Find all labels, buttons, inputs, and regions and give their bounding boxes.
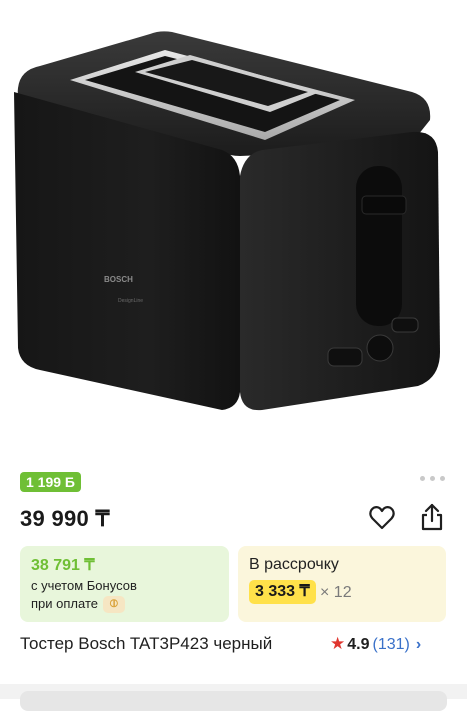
installment-title: В рассрочку xyxy=(249,556,339,573)
gallery-dot[interactable] xyxy=(430,476,435,481)
rating-link[interactable]: ★ 4.9 (131) › xyxy=(330,634,421,654)
brand-logo-text: BOSCH xyxy=(104,275,133,284)
chevron-right-icon[interactable]: › xyxy=(416,636,421,653)
heart-icon[interactable] xyxy=(368,504,396,532)
product-title: Тостер Bosch TAT3P423 черный xyxy=(20,634,273,653)
next-section-card xyxy=(20,691,447,711)
divider xyxy=(0,430,467,440)
bonus-price: 38 791 ₸ xyxy=(31,557,95,574)
line-logo-text: DesignLine xyxy=(118,298,143,304)
review-count[interactable]: (131) xyxy=(373,636,410,653)
share-icon[interactable] xyxy=(418,502,446,532)
gallery-dot[interactable] xyxy=(420,476,425,481)
bonus-coin-icon: ⦶ xyxy=(102,596,125,614)
product-card: 1 199 Б 39 990 ₸ 38 791 ₸ с учетом Бонус… xyxy=(0,458,467,711)
bonus-caption-2: при оплате ⦶ xyxy=(31,596,125,614)
installment-monthly: 3 333 ₸ xyxy=(249,580,316,604)
bonus-price-box[interactable]: 38 791 ₸ с учетом Бонусов при оплате ⦶ xyxy=(20,546,229,622)
next-section-strip xyxy=(0,684,467,711)
product-price: 39 990 ₸ xyxy=(20,506,110,531)
star-icon: ★ xyxy=(330,634,346,653)
gallery-dots[interactable] xyxy=(420,476,445,481)
rating-value: 4.9 xyxy=(347,636,370,653)
gallery-dot[interactable] xyxy=(440,476,445,481)
installment-multiplier: × 12 xyxy=(320,584,352,601)
bonus-caption-1: с учетом Бонусов xyxy=(31,578,137,593)
bonus-points-badge: 1 199 Б xyxy=(20,472,81,492)
installment-box[interactable]: В рассрочку 3 333 ₸ × 12 xyxy=(238,546,446,622)
product-image[interactable]: BOSCH DesignLine xyxy=(0,0,467,430)
